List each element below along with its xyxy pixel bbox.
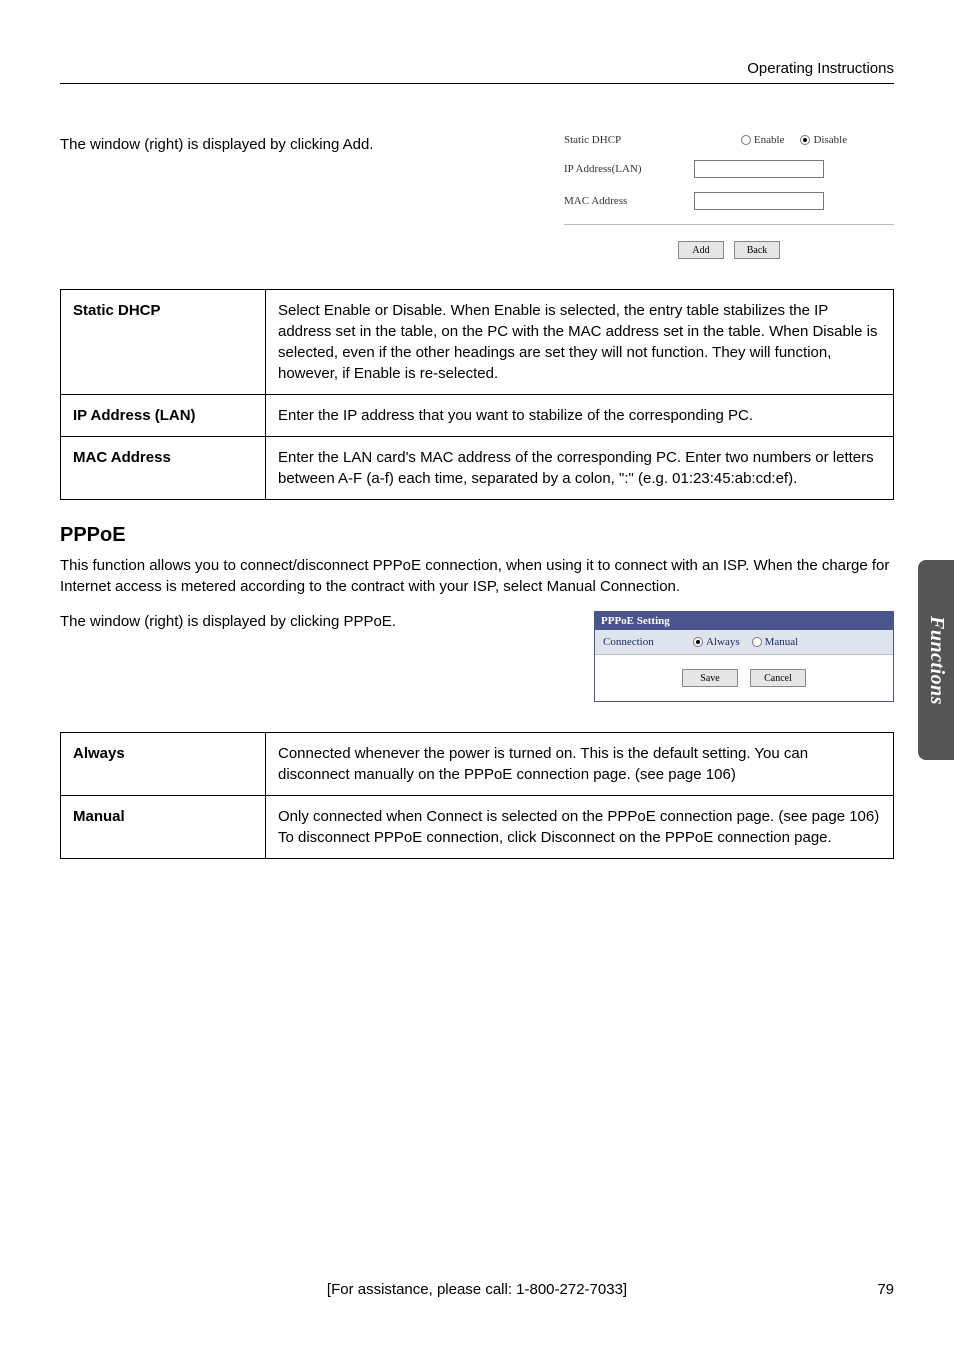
pppoe-box-title: PPPoE Setting <box>595 612 893 630</box>
mac-address-label: MAC Address <box>564 195 694 207</box>
static-dhcp-table: Static DHCP Select Enable or Disable. Wh… <box>60 289 894 500</box>
radio-icon <box>752 637 762 647</box>
radio-icon <box>693 637 703 647</box>
enable-radio-label: Enable <box>754 134 785 146</box>
header-rule <box>60 83 894 84</box>
enable-radio[interactable]: Enable <box>741 134 785 146</box>
disable-radio-label: Disable <box>813 134 847 146</box>
static-dhcp-form: Static DHCP Enable Disable IP Address(LA… <box>564 134 894 259</box>
footer-assist: [For assistance, please call: 1-800-272-… <box>100 1281 854 1298</box>
table-row: Always Connected whenever the power is t… <box>61 733 894 796</box>
pppoe-heading: PPPoE <box>60 524 894 547</box>
table-row: Manual Only connected when Connect is se… <box>61 796 894 859</box>
pppoe-table: Always Connected whenever the power is t… <box>60 732 894 859</box>
row-label: MAC Address <box>61 437 266 500</box>
radio-icon <box>800 135 810 145</box>
connection-label: Connection <box>603 636 693 648</box>
row-label: Manual <box>61 796 266 859</box>
row-label: Always <box>61 733 266 796</box>
pppoe-body: This function allows you to connect/disc… <box>60 555 894 597</box>
manual-radio-label: Manual <box>765 636 799 648</box>
radio-icon <box>741 135 751 145</box>
static-dhcp-label: Static DHCP <box>564 134 694 146</box>
manual-radio[interactable]: Manual <box>752 636 799 648</box>
add-button[interactable]: Add <box>678 241 724 259</box>
table-row: Static DHCP Select Enable or Disable. Wh… <box>61 290 894 395</box>
static-dhcp-intro: The window (right) is displayed by click… <box>60 134 544 155</box>
row-label: IP Address (LAN) <box>61 395 266 437</box>
table-row: MAC Address Enter the LAN card's MAC add… <box>61 437 894 500</box>
page-number: 79 <box>854 1281 894 1298</box>
always-radio[interactable]: Always <box>693 636 740 648</box>
back-button[interactable]: Back <box>734 241 780 259</box>
save-button[interactable]: Save <box>682 669 738 687</box>
section-tab: Functions <box>918 560 954 760</box>
row-label: Static DHCP <box>61 290 266 395</box>
pppoe-intro: The window (right) is displayed by click… <box>60 611 574 632</box>
row-desc: Enter the LAN card's MAC address of the … <box>266 437 894 500</box>
row-desc: Only connected when Connect is selected … <box>266 796 894 859</box>
pppoe-setting-box: PPPoE Setting Connection Always Manual S… <box>594 611 894 702</box>
row-desc: Connected whenever the power is turned o… <box>266 733 894 796</box>
mac-address-input[interactable] <box>694 192 824 210</box>
always-radio-label: Always <box>706 636 740 648</box>
disable-radio[interactable]: Disable <box>800 134 847 146</box>
header-title: Operating Instructions <box>60 60 894 77</box>
cancel-button[interactable]: Cancel <box>750 669 806 687</box>
section-tab-label: Functions <box>925 616 948 705</box>
table-row: IP Address (LAN) Enter the IP address th… <box>61 395 894 437</box>
page-footer: [For assistance, please call: 1-800-272-… <box>60 1281 894 1298</box>
ip-address-label: IP Address(LAN) <box>564 163 694 175</box>
row-desc: Select Enable or Disable. When Enable is… <box>266 290 894 395</box>
ip-address-input[interactable] <box>694 160 824 178</box>
row-desc: Enter the IP address that you want to st… <box>266 395 894 437</box>
